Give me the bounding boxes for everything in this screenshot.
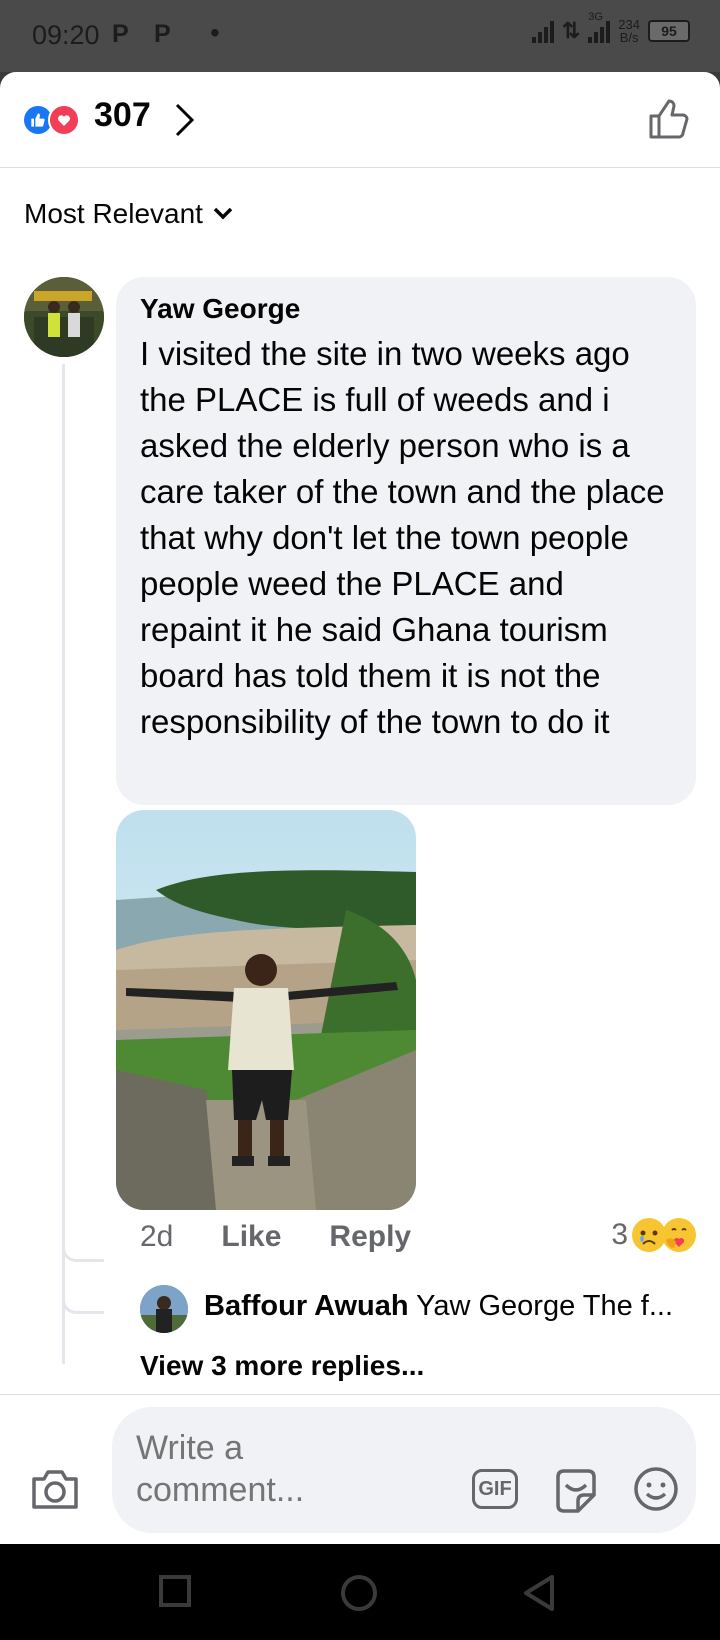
- comment-bubble[interactable]: Yaw George I visited the site in two wee…: [116, 277, 696, 805]
- reply-preview[interactable]: Baffour Awuah Yaw George The f...: [204, 1290, 684, 1323]
- love-icon: [48, 104, 80, 136]
- comment-reaction-summary[interactable]: 3: [611, 1218, 696, 1252]
- sort-label: Most Relevant: [24, 198, 203, 229]
- recents-icon[interactable]: [158, 1574, 192, 1613]
- emoji-icon[interactable]: [632, 1465, 680, 1518]
- status-bar: 09:20 P P • ⇅ 3G 234 B/s 95: [0, 0, 720, 72]
- sticker-icon[interactable]: [552, 1467, 600, 1520]
- data-arrows-icon: ⇅: [561, 18, 581, 43]
- gif-button[interactable]: GIF: [472, 1469, 518, 1509]
- reply-text: Yaw George The f...: [416, 1290, 674, 1322]
- thread-line: [62, 364, 65, 1364]
- signal-3g-icon: 3G: [588, 11, 611, 43]
- comment-reaction-count: 3: [611, 1218, 628, 1251]
- battery-icon: 95: [648, 20, 690, 42]
- avatar[interactable]: [24, 277, 104, 357]
- comment-author[interactable]: Yaw George: [140, 293, 672, 325]
- reactions-header[interactable]: 307: [0, 72, 720, 168]
- like-outline-icon[interactable]: [648, 98, 690, 145]
- notification-p-icon: P: [154, 20, 171, 48]
- camera-icon[interactable]: [30, 1467, 80, 1516]
- view-more-replies[interactable]: View 3 more replies...: [140, 1350, 424, 1382]
- comment-box[interactable]: GIF: [112, 1407, 696, 1533]
- like-button[interactable]: Like: [221, 1220, 281, 1254]
- comment-text: I visited the site in two weeks ago the …: [140, 335, 665, 740]
- back-icon[interactable]: [522, 1574, 556, 1617]
- chevron-down-icon: [213, 207, 233, 220]
- reply-button[interactable]: Reply: [329, 1220, 411, 1254]
- chevron-right-icon[interactable]: [174, 102, 196, 143]
- comment-photo[interactable]: [116, 810, 416, 1210]
- status-time: 09:20: [32, 20, 100, 50]
- comment-actions: 2d Like Reply: [140, 1220, 411, 1254]
- navigation-bar: [0, 1544, 720, 1640]
- comments-sheet: 307 Most Relevant Yaw George I visited t…: [0, 72, 720, 1544]
- reply-avatar[interactable]: [140, 1285, 188, 1333]
- network-speed: 234 B/s: [618, 17, 640, 45]
- sad-icon: [632, 1218, 666, 1252]
- sort-dropdown[interactable]: Most Relevant: [24, 198, 233, 230]
- battery-level: 95: [661, 23, 677, 39]
- home-icon[interactable]: [340, 1574, 378, 1617]
- signal-icon: [531, 19, 554, 43]
- comment-input[interactable]: [136, 1427, 376, 1517]
- comment-time[interactable]: 2d: [140, 1220, 173, 1254]
- notification-dot-icon: •: [210, 17, 220, 48]
- thread-branch: [62, 1294, 104, 1314]
- notification-p-icon: P: [112, 20, 129, 48]
- thread-branch: [62, 1238, 104, 1262]
- reply-author[interactable]: Baffour Awuah: [204, 1290, 409, 1322]
- reaction-icons: [22, 102, 88, 138]
- comment-composer: GIF: [0, 1394, 720, 1544]
- reaction-count[interactable]: 307: [94, 96, 151, 135]
- care-icon: [662, 1218, 696, 1252]
